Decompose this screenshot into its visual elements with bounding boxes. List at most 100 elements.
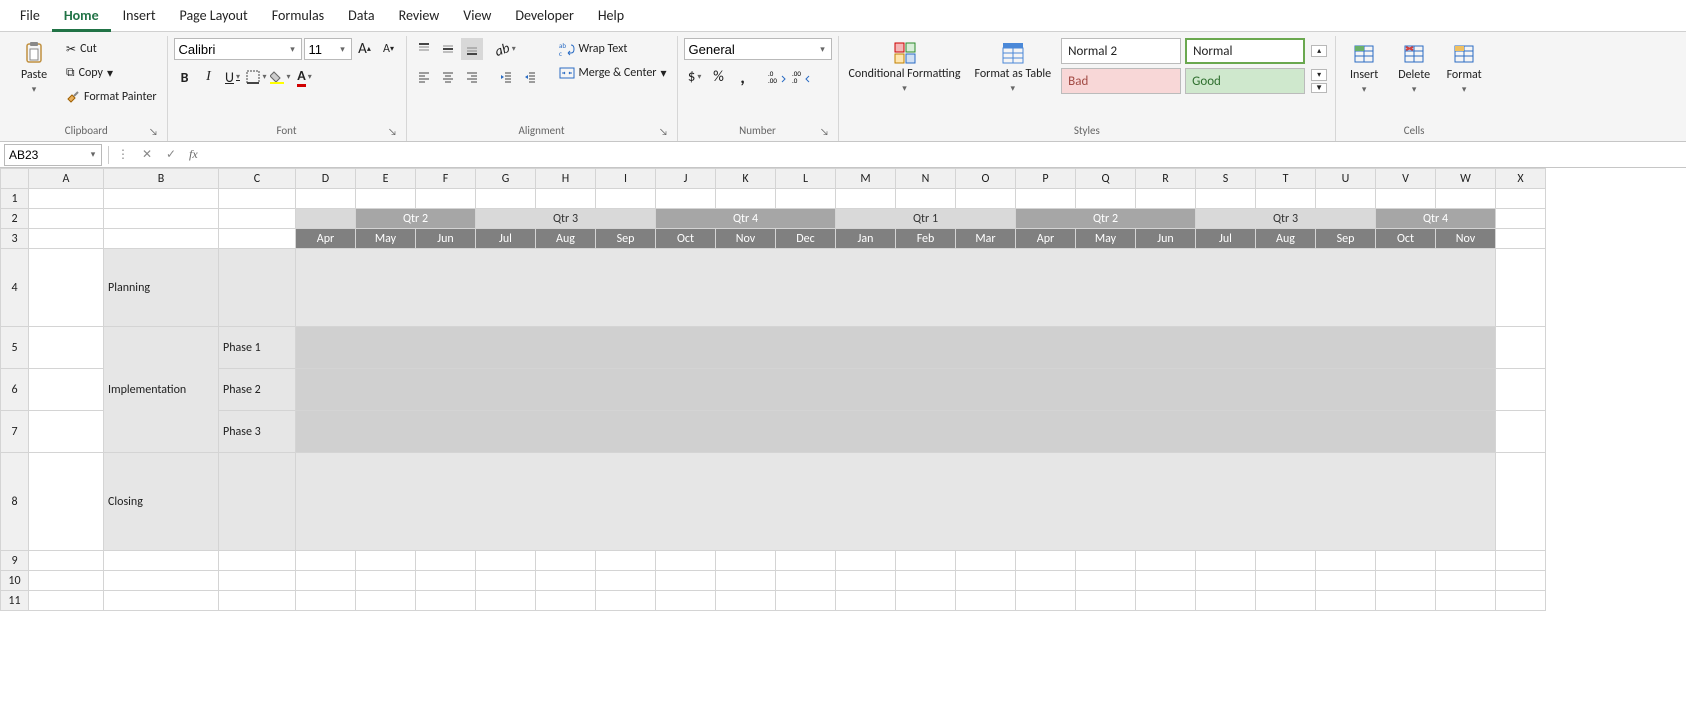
name-box-input[interactable]	[5, 145, 85, 165]
style-good[interactable]: Good	[1185, 68, 1305, 94]
font-size-combo[interactable]: ▾	[304, 38, 352, 60]
column-header[interactable]: F	[416, 169, 476, 189]
underline-button[interactable]: U▾	[222, 66, 244, 88]
task-phase2[interactable]: Phase 2	[219, 369, 296, 411]
cut-button[interactable]: ✂ Cut	[62, 38, 161, 60]
task-implementation[interactable]: Implementation	[104, 327, 219, 453]
row-header[interactable]: 3	[1, 229, 29, 249]
align-top-button[interactable]	[413, 38, 435, 60]
align-bottom-button[interactable]	[461, 38, 483, 60]
column-header[interactable]: D	[296, 169, 356, 189]
column-header[interactable]: X	[1496, 169, 1546, 189]
column-header[interactable]: J	[656, 169, 716, 189]
tab-file[interactable]: File	[8, 0, 52, 32]
format-as-table-button[interactable]: Format as Table ▾	[970, 38, 1055, 96]
column-header[interactable]: N	[896, 169, 956, 189]
tab-data[interactable]: Data	[336, 0, 386, 32]
column-header[interactable]: V	[1376, 169, 1436, 189]
column-header[interactable]: K	[716, 169, 776, 189]
chevron-down-icon[interactable]: ▾	[285, 44, 301, 55]
number-format-combo[interactable]: ▾	[684, 38, 832, 60]
column-header[interactable]: I	[596, 169, 656, 189]
timeline-area[interactable]	[296, 249, 1496, 327]
styles-scroll-up[interactable]: ▴	[1311, 45, 1327, 57]
column-header[interactable]: L	[776, 169, 836, 189]
styles-more[interactable]: ▼	[1311, 83, 1327, 93]
align-right-button[interactable]	[461, 66, 483, 88]
task-planning[interactable]: Planning	[104, 249, 219, 327]
task-phase1[interactable]: Phase 1	[219, 327, 296, 369]
timeline-area[interactable]	[296, 453, 1496, 551]
column-header[interactable]: C	[219, 169, 296, 189]
column-header[interactable]: Q	[1076, 169, 1136, 189]
column-header[interactable]: B	[104, 169, 219, 189]
timeline-area[interactable]	[296, 327, 1496, 369]
column-header[interactable]: E	[356, 169, 416, 189]
style-normal2[interactable]: Normal 2	[1061, 38, 1181, 64]
percent-format-button[interactable]: %	[708, 66, 730, 88]
paste-button[interactable]: Paste ▾	[12, 38, 56, 97]
row-header[interactable]: 8	[1, 453, 29, 551]
timeline-area[interactable]	[296, 411, 1496, 453]
font-name-combo[interactable]: ▾	[174, 38, 302, 60]
conditional-formatting-button[interactable]: Conditional Formatting ▾	[845, 38, 965, 96]
row-header[interactable]: 7	[1, 411, 29, 453]
merge-center-button[interactable]: Merge & Center ▾	[555, 62, 671, 84]
number-format-input[interactable]	[685, 39, 815, 59]
align-left-button[interactable]	[413, 66, 435, 88]
select-all-cell[interactable]	[1, 169, 29, 189]
chevron-down-icon[interactable]: ▾	[815, 44, 831, 55]
number-launcher[interactable]: ↘	[818, 125, 832, 139]
tab-formulas[interactable]: Formulas	[260, 0, 336, 32]
column-header[interactable]: S	[1196, 169, 1256, 189]
tab-help[interactable]: Help	[586, 0, 636, 32]
tab-page-layout[interactable]: Page Layout	[168, 0, 260, 32]
increase-indent-button[interactable]	[519, 66, 541, 88]
formula-input[interactable]	[204, 144, 1686, 166]
tab-home[interactable]: Home	[52, 0, 111, 32]
font-color-button[interactable]: A▾	[294, 66, 316, 88]
clipboard-launcher[interactable]: ↘	[147, 125, 161, 139]
row-header[interactable]: 6	[1, 369, 29, 411]
styles-scroll-down[interactable]: ▾	[1311, 69, 1327, 81]
fill-color-button[interactable]: ▾	[270, 66, 292, 88]
decrease-indent-button[interactable]	[495, 66, 517, 88]
align-middle-button[interactable]	[437, 38, 459, 60]
format-painter-button[interactable]: Format Painter	[62, 86, 161, 108]
column-header[interactable]: R	[1136, 169, 1196, 189]
decrease-font-button[interactable]: A▾	[378, 38, 400, 60]
increase-font-button[interactable]: A▴	[354, 38, 376, 60]
row-header[interactable]: 10	[1, 571, 29, 591]
chevron-down-icon[interactable]: ▾	[335, 44, 351, 55]
style-normal[interactable]: Normal	[1185, 38, 1305, 64]
font-size-input[interactable]	[305, 39, 335, 59]
insert-cells-button[interactable]: Insert ▾	[1342, 38, 1386, 97]
chevron-down-icon[interactable]: ▾	[85, 149, 101, 160]
increase-decimal-button[interactable]: .0.00	[766, 66, 788, 88]
task-closing[interactable]: Closing	[104, 453, 219, 551]
column-header[interactable]: W	[1436, 169, 1496, 189]
tab-view[interactable]: View	[451, 0, 503, 32]
worksheet-grid[interactable]: ABCDEFGHIJKLMNOPQRSTUVWX12Qtr 2Qtr 3Qtr …	[0, 168, 1686, 719]
align-center-button[interactable]	[437, 66, 459, 88]
bold-button[interactable]: B	[174, 66, 196, 88]
column-header[interactable]: A	[29, 169, 104, 189]
row-header[interactable]: 4	[1, 249, 29, 327]
font-launcher[interactable]: ↘	[386, 125, 400, 139]
column-header[interactable]: O	[956, 169, 1016, 189]
comma-format-button[interactable]: ,	[732, 66, 754, 88]
column-header[interactable]: T	[1256, 169, 1316, 189]
orientation-button[interactable]: ab▾	[495, 38, 517, 60]
accounting-format-button[interactable]: $▾	[684, 66, 706, 88]
enter-formula-button[interactable]: ✓	[159, 144, 183, 166]
borders-button[interactable]: ▾	[246, 66, 268, 88]
format-cells-button[interactable]: Format ▾	[1442, 38, 1486, 97]
row-header[interactable]: 1	[1, 189, 29, 209]
row-header[interactable]: 11	[1, 591, 29, 611]
row-header[interactable]: 5	[1, 327, 29, 369]
name-box[interactable]: ▾	[4, 144, 102, 166]
row-header[interactable]: 9	[1, 551, 29, 571]
style-bad[interactable]: Bad	[1061, 68, 1181, 94]
copy-button[interactable]: ⧉ Copy ▾	[62, 62, 161, 84]
column-header[interactable]: G	[476, 169, 536, 189]
